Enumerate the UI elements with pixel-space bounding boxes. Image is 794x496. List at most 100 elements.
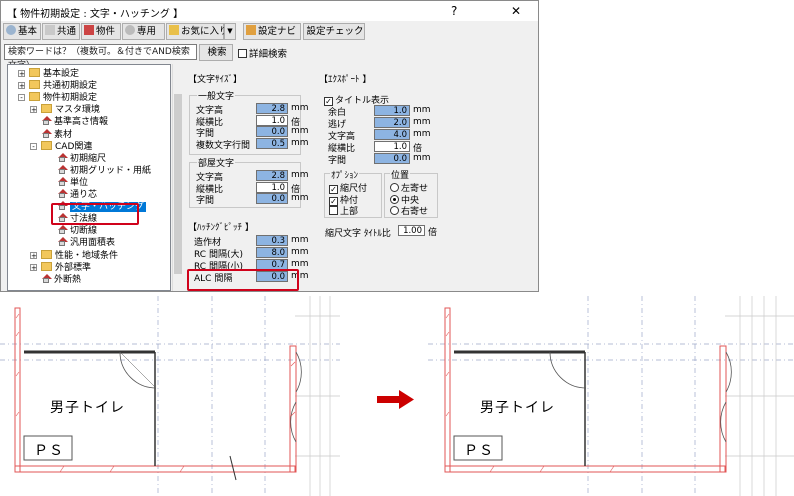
tree-item-label: CAD関連 (55, 141, 93, 152)
collapse-icon[interactable]: - (30, 142, 37, 150)
tree-item[interactable]: + 共通初期設定 (18, 80, 97, 93)
expand-icon[interactable]: + (18, 70, 25, 78)
tree-item-label: 単位 (70, 177, 89, 188)
unit-label: mm (291, 126, 309, 136)
tree-item-label: 物件初期設定 (43, 93, 98, 104)
tree-item[interactable]: + 基本設定 (18, 68, 79, 81)
value-input[interactable]: 2.0 (374, 117, 410, 128)
tree-item[interactable]: 素材 (30, 128, 73, 142)
basic-button[interactable]: 基本 (3, 23, 41, 40)
folder-icon (41, 140, 52, 150)
house-icon (45, 25, 55, 35)
tree-item[interactable]: + 性能・地域条件 (30, 249, 118, 263)
tree-item-label: 基準高さ情報 (54, 117, 109, 128)
highlight-selected-item (51, 203, 139, 225)
radio-circle (390, 194, 399, 204)
search-input[interactable]: 検索ワードは？（複数可。＆付きでAND検索文字） (4, 44, 197, 71)
tree-item[interactable]: - 物件初期設定 (18, 92, 97, 105)
house-icon (41, 116, 52, 126)
tree-item[interactable]: 切断線 (46, 225, 97, 238)
unit-label: mm (291, 247, 309, 257)
tree-item[interactable]: 基準高さ情報 (30, 116, 108, 129)
value-input[interactable]: 0.5 (256, 137, 288, 149)
setting-check-button[interactable]: 設定チェック (303, 23, 365, 40)
unit-label: mm (413, 105, 431, 115)
expand-icon[interactable]: + (30, 106, 37, 114)
house-icon (41, 128, 52, 138)
property-button[interactable]: 物件 (81, 23, 121, 40)
title-bar: 【 物件初期設定 : 文字・ハッチング 】 ? ✕ (1, 1, 538, 21)
house-icon (57, 237, 68, 247)
position-title: 位置 (390, 168, 411, 181)
expand-icon[interactable]: + (30, 263, 37, 271)
scrollbar-thumb[interactable] (174, 94, 182, 274)
value-input[interactable]: 8.0 (256, 247, 288, 258)
unit-label: mm (291, 193, 309, 203)
folder-icon (41, 249, 52, 259)
user-icon (125, 25, 135, 35)
tree-item[interactable]: 汎用面積表 (46, 237, 115, 250)
setting-navi-button[interactable]: 設定ナビ (243, 23, 301, 40)
unit-label: mm (291, 137, 309, 148)
room-label-after: 男子トイレ (480, 400, 555, 416)
position-radio[interactable]: 右寄せ (390, 204, 428, 217)
favorites-button[interactable]: お気に入り (166, 23, 229, 40)
font-size-section-title: 【文字ｻｲｽﾞ】 (188, 75, 243, 85)
unit-label: mm (291, 259, 309, 269)
tree-item[interactable]: 初期縮尺 (46, 152, 107, 166)
value-input[interactable]: 0.0 (256, 126, 288, 137)
value-input[interactable]: 0.0 (256, 193, 288, 204)
detail-search-checkbox[interactable]: 詳細検索 (238, 46, 287, 60)
value-input[interactable]: 1.0 (374, 141, 410, 152)
close-icon[interactable]: ✕ (511, 4, 521, 18)
house-icon (84, 25, 94, 35)
tree-item-label: 初期グリッド・用紙 (70, 165, 152, 176)
navi-icon (246, 25, 256, 35)
transition-arrow-icon (377, 390, 414, 409)
option-label: 上部 (340, 207, 359, 217)
row-label: 字間 (196, 196, 215, 206)
tree-item[interactable]: - CAD関連 (30, 140, 93, 154)
value-input[interactable]: 2.8 (256, 170, 288, 181)
tree-item[interactable]: + マスタ環境 (30, 104, 100, 117)
search-button[interactable]: 検索 (199, 44, 233, 61)
expand-icon[interactable]: + (30, 251, 37, 259)
folder-icon (29, 80, 40, 90)
expand-icon[interactable]: + (18, 82, 25, 90)
favorites-dropdown[interactable]: ▼ (224, 23, 236, 40)
tree-item-label: 初期縮尺 (70, 153, 107, 164)
unit-label: mm (413, 129, 431, 139)
highlight-alc-row (187, 269, 299, 291)
folder-icon (29, 68, 40, 77)
value-input[interactable]: 4.0 (374, 129, 410, 140)
tree-item[interactable]: + 外部標準 (30, 261, 91, 275)
common-button[interactable]: 共通 (42, 23, 80, 40)
radio-circle (390, 183, 399, 192)
tree-item-label: 基本設定 (43, 69, 80, 79)
value-input[interactable]: 2.8 (256, 103, 288, 114)
collapse-icon[interactable]: - (18, 94, 25, 102)
tree-item[interactable]: 外断熱 (30, 273, 81, 287)
settings-tree: + 基本設定 + 共通初期設定 - 物件初期設定 + マスタ環境 基準高さ情報 素材 - CAD関連初… (7, 64, 171, 291)
option-checkbox[interactable]: 上部 (329, 204, 358, 217)
help-icon[interactable]: ? (451, 4, 457, 18)
scale-text-ratio-input[interactable]: 1.00 (398, 225, 425, 236)
value-input[interactable]: 0.0 (374, 153, 410, 164)
tree-item-label: 素材 (54, 129, 73, 140)
tree-item-label: 汎用面積表 (70, 238, 116, 249)
value-input[interactable]: 1.0 (256, 114, 288, 126)
hatch-pitch-section-title: 【ﾊｯﾁﾝｸﾞﾋﾟｯﾁ 】 (188, 223, 254, 233)
unit-label: mm (413, 117, 431, 127)
tree-item[interactable]: 初期グリッド・用紙 (46, 164, 152, 178)
tree-item[interactable]: 単位 (46, 176, 89, 190)
value-input[interactable]: 1.0 (374, 105, 410, 116)
radio-circle (390, 206, 399, 215)
tree-scrollbar[interactable] (172, 64, 184, 291)
house-icon (57, 152, 68, 162)
value-input[interactable]: 0.3 (256, 235, 288, 246)
value-input[interactable]: 1.0 (256, 181, 288, 193)
star-icon (169, 25, 179, 35)
tree-item[interactable]: 通り芯 (46, 189, 97, 202)
house-icon (57, 225, 68, 235)
exclusive-button[interactable]: 専用 (122, 23, 165, 40)
